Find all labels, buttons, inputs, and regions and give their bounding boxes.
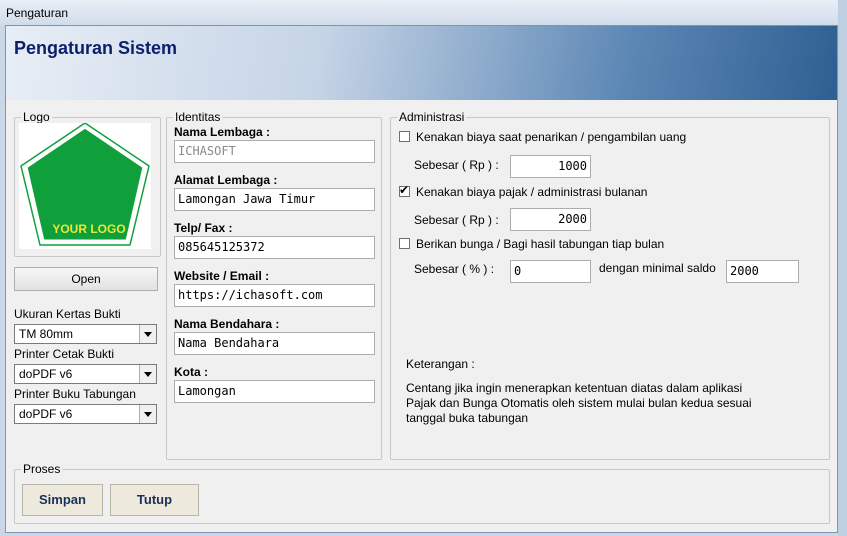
city-input[interactable]: Lamongan xyxy=(174,380,375,403)
open-logo-button[interactable]: Open xyxy=(14,267,158,291)
printer-receipt-select[interactable]: doPDF v6 xyxy=(14,364,157,384)
tax-amount-label: Sebesar ( Rp ) : xyxy=(414,213,499,227)
withdraw-amount-input[interactable]: 1000 xyxy=(510,155,591,178)
interest-rate-label: Sebesar ( % ) : xyxy=(414,262,495,276)
note-line: tanggal buka tabungan xyxy=(406,411,529,425)
printer-receipt-label: Printer Cetak Bukti xyxy=(14,347,115,361)
checkmark-icon: ✔ xyxy=(399,183,410,197)
window-titlebar[interactable]: Pengaturan xyxy=(0,0,847,25)
window-title: Pengaturan xyxy=(6,6,69,20)
save-button[interactable]: Simpan xyxy=(22,484,103,516)
website-email-input[interactable]: https://ichasoft.com xyxy=(174,284,375,307)
header-banner: Pengaturan Sistem xyxy=(6,26,837,100)
tax-fee-label[interactable]: Kenakan biaya pajak / administrasi bulan… xyxy=(416,185,647,199)
phone-fax-input[interactable]: 085645125372 xyxy=(174,236,375,259)
interest-rate-input[interactable]: 0 xyxy=(510,260,591,283)
institution-address-input[interactable]: Lamongan Jawa Timur xyxy=(174,188,375,211)
printer-book-select[interactable]: doPDF v6 xyxy=(14,404,157,424)
institution-name-input[interactable]: ICHASOFT xyxy=(174,140,375,163)
logo-image: YOUR LOGO xyxy=(19,122,151,249)
withdraw-fee-label[interactable]: Kenakan biaya saat penarikan / pengambil… xyxy=(416,130,686,144)
note-title: Keterangan : xyxy=(406,357,475,371)
min-balance-label: dengan minimal saldo xyxy=(599,261,716,275)
chevron-down-icon[interactable] xyxy=(139,325,156,343)
window-frame-right xyxy=(838,0,847,536)
printer-receipt-value: doPDF v6 xyxy=(19,367,73,381)
printer-book-label: Printer Buku Tabungan xyxy=(14,387,136,401)
settings-window: Pengaturan Sistem Logo YOUR LOGO Open Uk… xyxy=(5,25,838,533)
pentagon-logo-icon: YOUR LOGO xyxy=(20,122,150,246)
tax-fee-checkbox[interactable]: ✔ xyxy=(399,183,410,197)
printer-book-value: doPDF v6 xyxy=(19,407,73,421)
close-button-label: Tutup xyxy=(136,492,173,507)
interest-label[interactable]: Berikan bunga / Bagi hasil tabungan tiap… xyxy=(416,237,664,251)
logo-text: YOUR LOGO xyxy=(52,222,125,236)
withdraw-amount-label: Sebesar ( Rp ) : xyxy=(414,158,499,172)
note-line: Pajak dan Bunga Otomatis oleh sistem mul… xyxy=(406,396,752,410)
close-button[interactable]: Tutup xyxy=(110,484,199,516)
institution-name-label: Nama Lembaga : xyxy=(174,125,271,139)
page-title: Pengaturan Sistem xyxy=(14,38,178,58)
paper-size-select[interactable]: TM 80mm xyxy=(14,324,157,344)
treasurer-name-input[interactable]: Nama Bendahara xyxy=(174,332,375,355)
logo-group-legend: Logo xyxy=(23,110,50,124)
institution-address-label: Alamat Lembaga : xyxy=(174,173,278,187)
process-group-legend: Proses xyxy=(23,462,61,476)
withdraw-fee-checkbox[interactable] xyxy=(399,131,410,142)
paper-size-label: Ukuran Kertas Bukti xyxy=(14,307,121,321)
chevron-down-icon[interactable] xyxy=(139,365,156,383)
save-button-label: Simpan xyxy=(39,492,86,507)
phone-fax-label: Telp/ Fax : xyxy=(174,221,233,235)
interest-checkbox[interactable] xyxy=(399,238,410,249)
administration-group-legend: Administrasi xyxy=(399,110,465,124)
website-email-label: Website / Email : xyxy=(174,269,270,283)
open-button-label: Open xyxy=(71,272,101,286)
city-label: Kota : xyxy=(174,365,208,379)
note-line: Centang jika ingin menerapkan ketentuan … xyxy=(406,381,743,395)
tax-amount-input[interactable]: 2000 xyxy=(510,208,591,231)
paper-size-value: TM 80mm xyxy=(19,327,73,341)
min-balance-input[interactable]: 2000 xyxy=(726,260,799,283)
treasurer-name-label: Nama Bendahara : xyxy=(174,317,280,331)
identity-group-legend: Identitas xyxy=(175,110,221,124)
chevron-down-icon[interactable] xyxy=(139,405,156,423)
